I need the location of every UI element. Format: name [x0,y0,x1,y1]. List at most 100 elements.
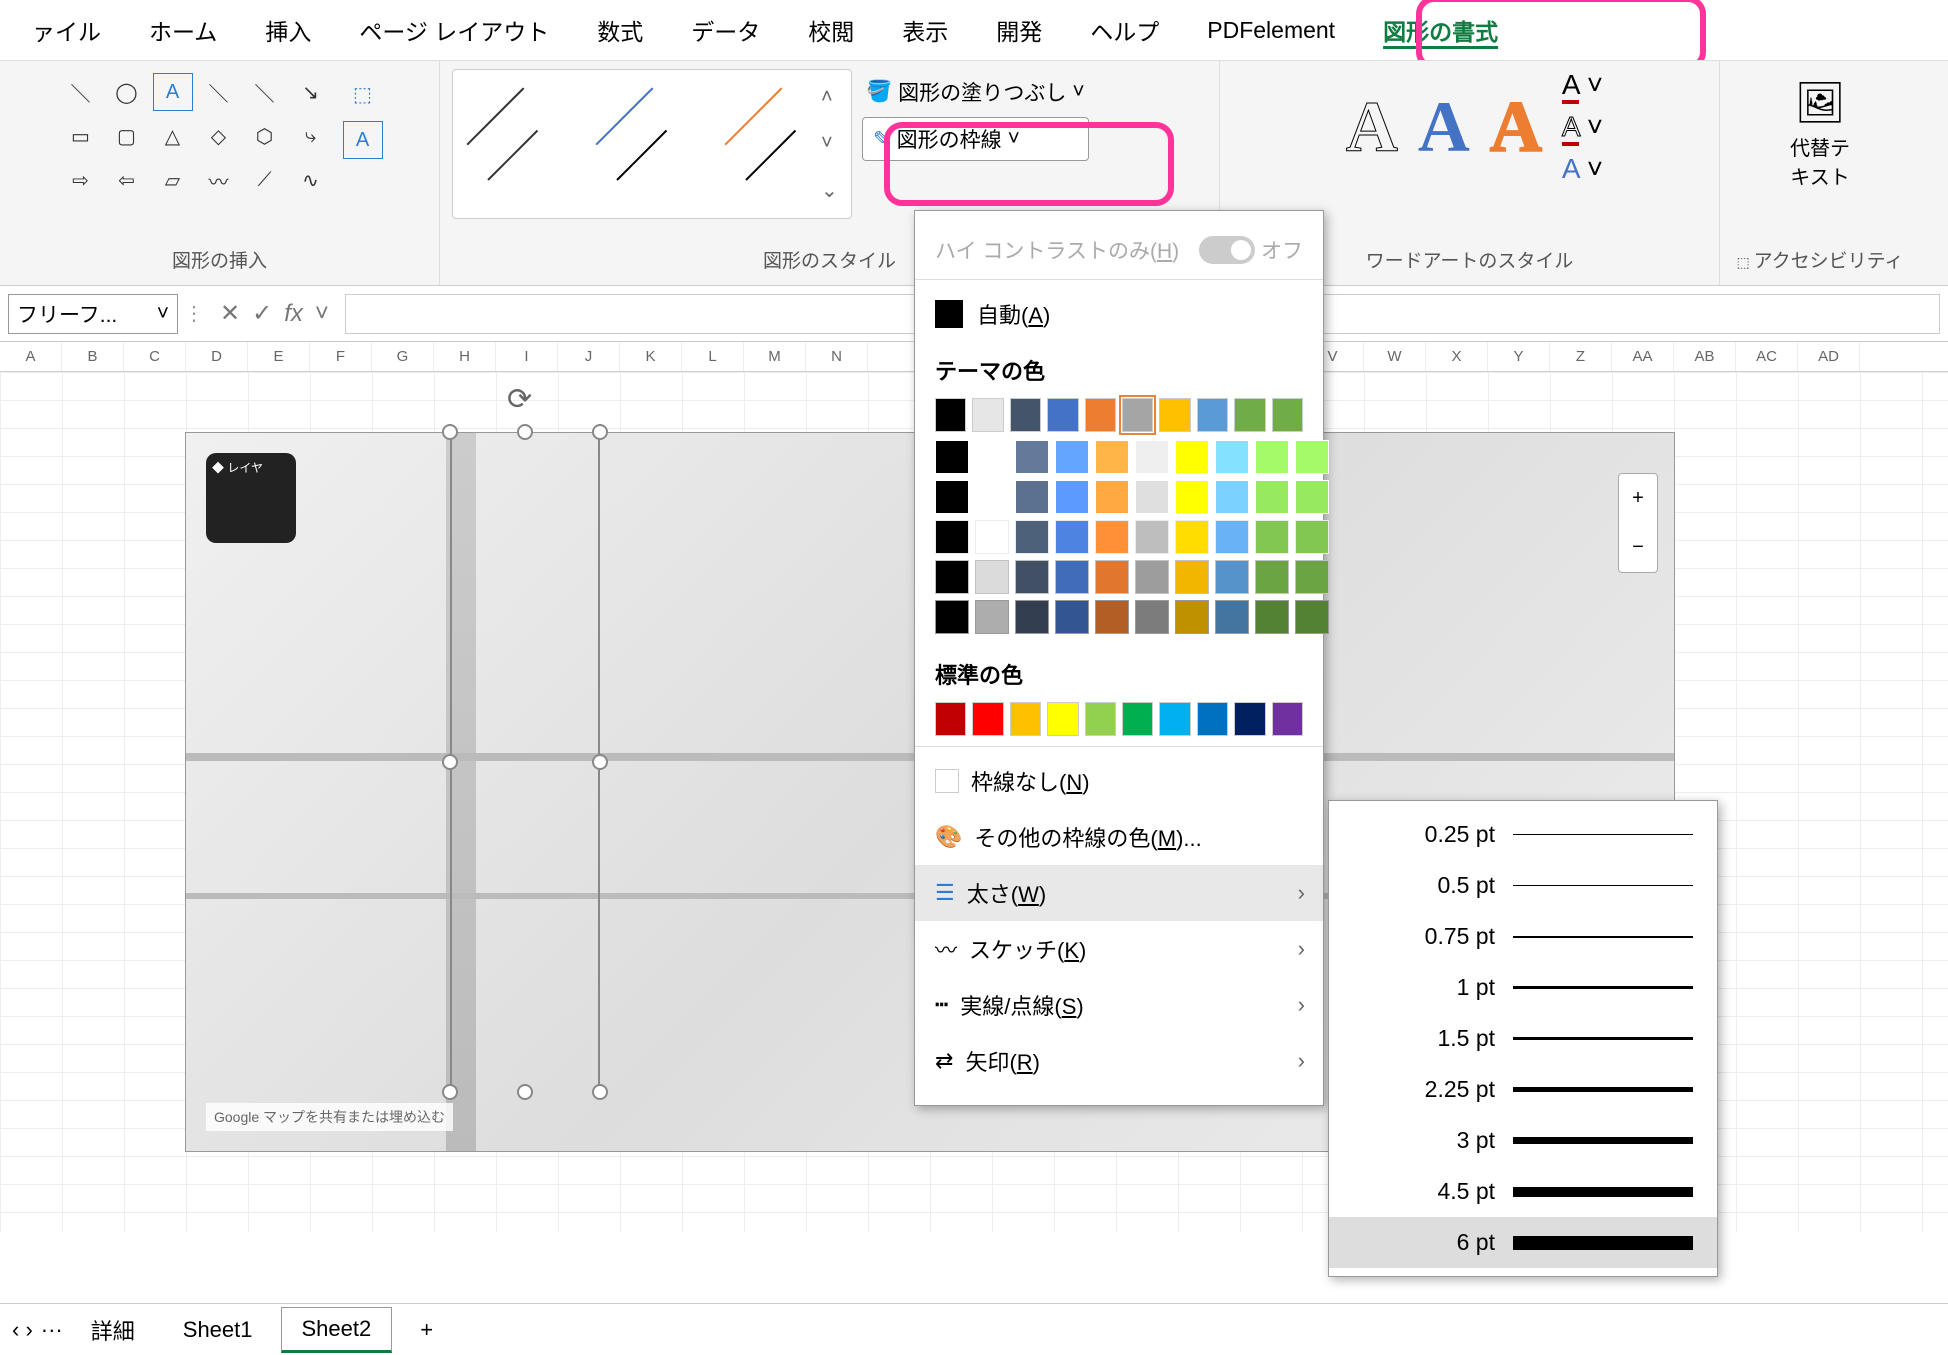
col-header[interactable]: N [806,342,868,371]
map-zoom-controls[interactable]: +− [1618,473,1658,573]
gallery-up-icon[interactable]: ˄ [821,86,847,109]
weight-item[interactable]: ☰ 太さ(W) › [915,865,1323,921]
color-swatch[interactable] [1255,480,1289,514]
tab-data[interactable]: データ [667,3,784,57]
col-header[interactable]: L [682,342,744,371]
color-swatch[interactable] [1215,440,1249,474]
auto-color-row[interactable]: 自動(A) [915,286,1323,342]
shape-leftarrow-icon[interactable]: ⇦ [107,161,147,199]
width-option[interactable]: 0.25 pt [1329,809,1717,860]
width-option[interactable]: 2.25 pt [1329,1064,1717,1115]
shape-roundrect-icon[interactable]: ▢ [107,117,147,155]
zoom-in-icon[interactable]: + [1632,487,1644,510]
color-swatch[interactable] [935,702,966,736]
shape-connector-icon[interactable]: ⤷ [291,117,331,155]
col-header[interactable]: H [434,342,496,371]
color-swatch[interactable] [1085,702,1116,736]
wordart-1[interactable]: A [1346,86,1398,169]
color-swatch[interactable] [1015,480,1049,514]
gallery-more-icon[interactable]: ⌄ [821,178,847,203]
sheet-1[interactable]: Sheet1 [163,1309,273,1351]
fx-icon[interactable]: fx [284,300,303,328]
chevron-down-icon[interactable]: ˅ [315,300,329,328]
color-swatch[interactable] [1015,600,1049,634]
color-swatch[interactable] [1015,520,1049,554]
color-swatch[interactable] [1215,520,1249,554]
color-swatch[interactable] [1135,440,1169,474]
width-option[interactable]: 1 pt [1329,962,1717,1013]
color-swatch[interactable] [935,600,969,634]
rotate-handle-icon[interactable]: ⟳ [507,382,532,417]
color-swatch[interactable] [1197,702,1228,736]
no-outline-item[interactable]: 枠線なし(N) [915,753,1323,809]
color-swatch[interactable] [935,398,966,432]
wordart-gallery[interactable]: A A A [1336,76,1552,179]
col-header[interactable]: Z [1550,342,1612,371]
color-swatch[interactable] [1055,440,1089,474]
shape-line-icon[interactable]: ＼ [61,73,101,111]
shape-gallery[interactable]: ＼ ◯ A ＼ ＼ ↘ ▭ ▢ △ ◇ ⬡ ⤷ ⇨ ⇦ ▱ 〰 ⟋ ∿ [57,69,335,203]
dashes-item[interactable]: ┅ 実線/点線(S) › [915,977,1323,1033]
tab-pdfelement[interactable]: PDFelement [1183,7,1359,54]
color-swatch[interactable] [1085,398,1116,432]
color-swatch[interactable] [975,560,1009,594]
shape-callout-icon[interactable]: ▱ [153,161,193,199]
width-option[interactable]: 4.5 pt [1329,1166,1717,1217]
color-swatch[interactable] [1255,600,1289,634]
wordart-2[interactable]: A [1418,86,1470,169]
color-swatch[interactable] [1295,520,1329,554]
color-swatch[interactable] [975,520,1009,554]
color-swatch[interactable] [972,398,1003,432]
alt-text-button[interactable]: 🖼 代替テ キスト [1772,69,1868,200]
tab-developer[interactable]: 開発 [972,3,1066,57]
tab-formulas[interactable]: 数式 [573,3,667,57]
tab-insert[interactable]: 挿入 [241,3,335,57]
col-header[interactable]: I [496,342,558,371]
enter-icon[interactable]: ✓ [252,299,272,328]
shape-curve-icon[interactable]: 〰 [199,161,239,199]
color-swatch[interactable] [1095,560,1129,594]
edit-shape-icon[interactable]: ⬚ [343,75,383,113]
color-swatch[interactable] [975,440,1009,474]
color-swatch[interactable] [1159,398,1190,432]
shape-rect-icon[interactable]: ▭ [61,117,101,155]
high-contrast-row[interactable]: ハイ コントラストのみ(H) オフ [915,227,1323,273]
color-swatch[interactable] [1255,440,1289,474]
color-swatch[interactable] [1135,600,1169,634]
width-option[interactable]: 6 pt [1329,1217,1717,1268]
col-header[interactable]: F [310,342,372,371]
shape-hexagon-icon[interactable]: ⬡ [245,117,285,155]
style-preset-2[interactable] [607,99,697,189]
col-header[interactable]: E [248,342,310,371]
text-effects-button[interactable]: A ˅ [1562,153,1603,185]
toggle-icon[interactable] [1199,236,1255,264]
style-gallery[interactable]: ˄ ˅ ⌄ [452,69,852,219]
col-header[interactable]: A [0,342,62,371]
width-option[interactable]: 1.5 pt [1329,1013,1717,1064]
shape-line2-icon[interactable]: ＼ [199,73,239,111]
color-swatch[interactable] [1010,702,1041,736]
color-swatch[interactable] [1175,560,1209,594]
color-swatch[interactable] [1295,480,1329,514]
color-swatch[interactable] [1055,560,1089,594]
sheet-nav[interactable]: ‹ › [12,1317,33,1343]
col-header[interactable]: AB [1674,342,1736,371]
shape-textbox-icon[interactable]: A [153,73,193,111]
color-swatch[interactable] [1175,600,1209,634]
shape-scribble-icon[interactable]: ∿ [291,161,331,199]
tab-file[interactable]: ァイル [8,3,125,57]
color-swatch[interactable] [1015,440,1049,474]
shape-freeform-icon[interactable]: ⟋ [245,161,285,199]
color-swatch[interactable] [1047,702,1078,736]
color-swatch[interactable] [975,600,1009,634]
color-swatch[interactable] [1234,398,1265,432]
col-header[interactable]: X [1426,342,1488,371]
shape-oval-icon[interactable]: ◯ [107,73,147,111]
color-swatch[interactable] [1055,480,1089,514]
color-swatch[interactable] [1122,702,1153,736]
color-swatch[interactable] [1095,600,1129,634]
sketch-item[interactable]: 〰 スケッチ(K) › [915,921,1323,977]
color-swatch[interactable] [935,440,969,474]
col-header[interactable]: AD [1798,342,1860,371]
color-swatch[interactable] [1159,702,1190,736]
